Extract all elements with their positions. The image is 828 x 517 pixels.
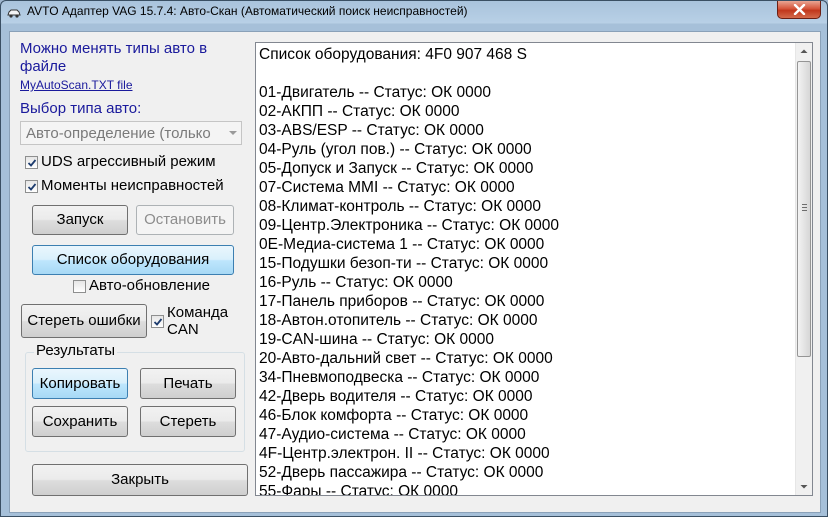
close-button-label: Закрыть	[111, 471, 169, 488]
close-button[interactable]: Закрыть	[32, 464, 248, 496]
fault-moments-label: Моменты неисправностей	[41, 177, 224, 194]
can-command-label-line1: Команда	[167, 304, 229, 321]
scroll-thumb[interactable]	[797, 61, 811, 357]
list-item: 4F-Центр.электрон. II -- Статус: ОК 0000	[259, 445, 550, 462]
list-item: 15-Подушки безоп-ти -- Статус: ОК 0000	[259, 255, 549, 272]
list-item: 18-Автон.отопитель -- Статус: ОК 0000	[259, 312, 538, 329]
list-item: 04-Руль (угол пов.) -- Статус: ОК 0000	[259, 141, 532, 158]
dialog-client-area: Можно менять типы авто в файле MyAutoSca…	[9, 31, 821, 513]
list-item: 09-Центр.Электроника -- Статус: ОК 0000	[259, 217, 560, 234]
start-button[interactable]: Запуск	[32, 205, 128, 235]
save-button-label: Сохранить	[42, 413, 118, 430]
copy-button-label: Копировать	[39, 375, 121, 392]
list-item: 47-Аудио-система -- Статус: ОК 0000	[259, 426, 526, 443]
print-button[interactable]: Печать	[140, 368, 236, 399]
save-button[interactable]: Сохранить	[32, 406, 128, 437]
auto-update-label: Авто-обновление	[89, 277, 210, 294]
autoscan-file-link[interactable]: MyAutoScan.TXT file	[20, 78, 133, 92]
equipment-status-lines: Список оборудования: 4F0 907 468 S 01-Дви…	[259, 45, 789, 496]
clear-errors-button-label: Стереть ошибки	[27, 312, 141, 329]
chevron-down-icon	[229, 131, 237, 135]
list-item: 19-CAN-шина -- Статус: ОК 0000	[259, 331, 494, 348]
auto-update-checkbox[interactable]	[73, 280, 86, 293]
equipment-list-button[interactable]: Список оборудования	[32, 245, 234, 275]
print-button-label: Печать	[163, 375, 213, 392]
vehicle-type-value: Авто-определение (только	[26, 125, 211, 142]
vehicle-type-select[interactable]: Авто-определение (только	[20, 121, 242, 145]
list-item: 55-Фары -- Статус: ОК 0000	[259, 483, 458, 496]
list-item: 01-Двигатель -- Статус: ОК 0000	[259, 84, 491, 101]
grip-line	[802, 207, 807, 208]
uds-aggressive-label: UDS агрессивный режим	[41, 153, 216, 170]
grip-line	[802, 210, 807, 211]
close-icon	[793, 4, 806, 15]
list-item	[259, 64, 789, 83]
arrow-up-icon	[800, 49, 808, 53]
list-item: 34-Пневмоподвеска -- Статус: ОК 0000	[259, 369, 540, 386]
checkmark-icon	[27, 183, 37, 191]
list-item: 02-АКПП -- Статус: ОК 0000	[259, 103, 460, 120]
stop-button[interactable]: Остановить	[136, 205, 234, 235]
list-item: 20-Авто-дальний свет -- Статус: ОК 0000	[259, 350, 553, 367]
list-item: 03-ABS/ESP -- Статус: ОК 0000	[259, 122, 484, 139]
vertical-scrollbar[interactable]	[795, 43, 812, 495]
can-command-label-line2: CAN	[167, 321, 199, 338]
erase-button-label: Стереть	[159, 413, 217, 430]
stop-button-label: Остановить	[144, 211, 226, 228]
erase-button[interactable]: Стереть	[140, 406, 236, 437]
clear-errors-button[interactable]: Стереть ошибки	[21, 304, 147, 338]
list-item: 17-Панель приборов -- Статус: ОК 0000	[259, 293, 545, 310]
copy-button[interactable]: Копировать	[32, 368, 128, 399]
arrow-down-icon	[800, 485, 808, 489]
list-item: 07-Система MMI -- Статус: ОК 0000	[259, 179, 515, 196]
list-item: 05-Допуск и Запуск -- Статус: ОК 0000	[259, 160, 534, 177]
scroll-down-button[interactable]	[796, 478, 812, 495]
info-text-line2: файле	[20, 58, 67, 75]
start-button-label: Запуск	[56, 211, 104, 228]
can-command-checkbox[interactable]	[151, 315, 164, 328]
list-item: Список оборудования: 4F0 907 468 S	[259, 46, 527, 63]
checkmark-icon	[153, 318, 163, 326]
window-close-button[interactable]	[777, 1, 821, 19]
list-item: 0E-Медиа-система 1 -- Статус: ОК 0000	[259, 236, 545, 253]
grip-line	[802, 204, 807, 205]
app-window: AVTO Адаптер VAG 15.7.4: Авто-Скан (Авто…	[0, 0, 828, 517]
list-item: 42-Дверь водителя -- Статус: ОК 0000	[259, 388, 533, 405]
list-item: 08-Климат-контроль -- Статус: ОК 0000	[259, 198, 542, 215]
checkmark-icon	[27, 159, 37, 167]
window-title: AVTO Адаптер VAG 15.7.4: Авто-Скан (Авто…	[27, 4, 468, 18]
scroll-up-button[interactable]	[796, 43, 812, 60]
list-item: 46-Блок комфорта -- Статус: ОК 0000	[259, 407, 529, 424]
equipment-status-list[interactable]: Список оборудования: 4F0 907 468 S 01-Дви…	[255, 42, 813, 496]
title-bar[interactable]: AVTO Адаптер VAG 15.7.4: Авто-Скан (Авто…	[1, 1, 827, 25]
info-text-line1: Можно менять типы авто в	[20, 40, 208, 57]
list-item: 16-Руль -- Статус: ОК 0000	[259, 274, 453, 291]
fault-moments-checkbox[interactable]	[25, 180, 38, 193]
list-item: 52-Дверь пассажира -- Статус: ОК 0000	[259, 464, 544, 481]
results-group-title: Результаты	[34, 342, 117, 359]
vehicle-type-label: Выбор типа авто:	[20, 100, 142, 117]
results-group: Результаты	[25, 342, 245, 452]
uds-aggressive-checkbox[interactable]	[25, 156, 38, 169]
car-icon	[7, 6, 21, 18]
equipment-list-button-label: Список оборудования	[56, 251, 210, 268]
